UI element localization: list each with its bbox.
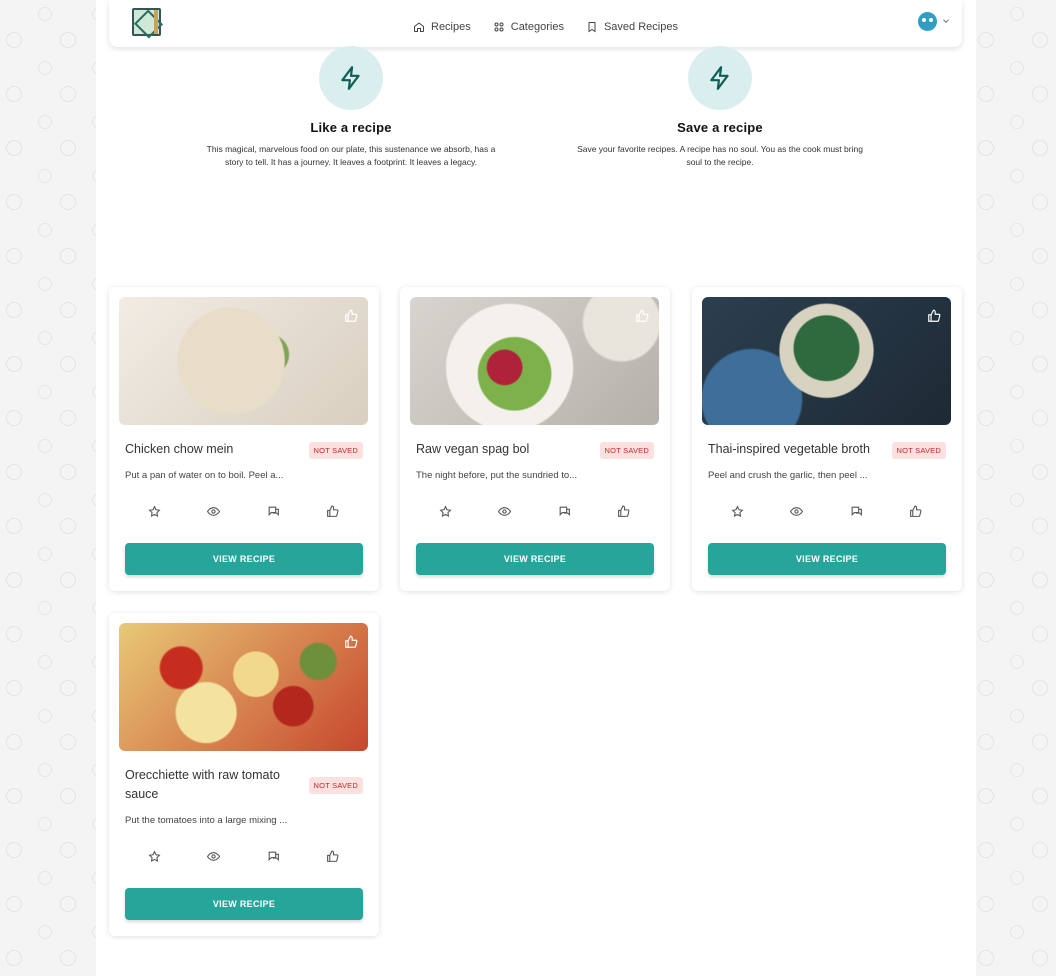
recipe-description: Peel and crush the garlic, then peel ...: [708, 470, 868, 481]
star-icon[interactable]: [148, 850, 162, 864]
recipe-description: Put the tomatoes into a large mixing ...: [125, 815, 288, 826]
navbar: Recipes Categories Saved Recipes: [109, 0, 962, 47]
feature-icon-circle: [688, 46, 752, 110]
thumbs-up-icon[interactable]: [326, 850, 340, 864]
recipe-card: Thai-inspired vegetable broth NOT SAVED …: [692, 287, 962, 591]
chevron-down-icon[interactable]: [941, 16, 951, 26]
status-badge: NOT SAVED: [308, 442, 363, 459]
recipe-card: Raw vegan spag bol NOT SAVED The night b…: [400, 287, 670, 591]
avatar[interactable]: [918, 12, 937, 31]
recipe-image[interactable]: [119, 623, 368, 751]
lightning-icon: [710, 66, 729, 90]
nav-link-label: Recipes: [431, 21, 471, 33]
nav-link-label: Saved Recipes: [603, 21, 678, 33]
recipe-title: Chicken chow mein: [125, 442, 234, 456]
recipe-image[interactable]: [410, 297, 659, 425]
nav-link-saved-recipes[interactable]: Saved Recipes: [586, 21, 678, 33]
grid-icon: [494, 22, 504, 32]
recipe-image[interactable]: [119, 297, 368, 425]
eye-icon[interactable]: [207, 505, 221, 519]
feature-save-recipe: Save a recipe Save your favorite recipes…: [570, 46, 870, 169]
nav-link-label: Categories: [510, 21, 564, 33]
thumbs-up-icon[interactable]: [927, 309, 941, 323]
status-badge: NOT SAVED: [308, 777, 363, 794]
feature-title: Like a recipe: [310, 120, 392, 135]
comment-icon[interactable]: [267, 505, 281, 519]
view-recipe-button[interactable]: VIEW RECIPE: [125, 543, 363, 575]
nav-link-recipes[interactable]: Recipes: [413, 21, 471, 33]
star-icon[interactable]: [731, 505, 745, 519]
star-icon[interactable]: [439, 505, 453, 519]
status-badge: NOT SAVED: [599, 442, 654, 459]
page: Recipes Categories Saved Recipes Like a …: [96, 0, 976, 976]
feature-text: Save your favorite recipes. A recipe has…: [577, 144, 863, 167]
comment-icon[interactable]: [850, 505, 864, 519]
nav-links: Recipes Categories Saved Recipes: [413, 21, 678, 33]
status-badge: NOT SAVED: [891, 442, 946, 459]
recipe-title: Orecchiette with raw tomato sauce: [125, 768, 280, 801]
comment-icon[interactable]: [267, 850, 281, 864]
card-actions: [125, 505, 363, 519]
thumbs-up-icon[interactable]: [635, 309, 649, 323]
recipe-description: The night before, put the sundried to...: [416, 470, 578, 481]
thumbs-up-icon[interactable]: [326, 505, 340, 519]
lightning-icon: [341, 66, 360, 90]
recipe-card: Chicken chow mein NOT SAVED Put a pan of…: [109, 287, 379, 591]
feature-icon-circle: [319, 46, 383, 110]
feature-like-recipe: Like a recipe This magical, marvelous fo…: [201, 46, 501, 169]
comment-icon[interactable]: [558, 505, 572, 519]
recipe-description: Put a pan of water on to boil. Peel a...: [125, 470, 284, 481]
feature-title: Save a recipe: [677, 120, 763, 135]
recipe-card: Orecchiette with raw tomato sauce NOT SA…: [109, 613, 379, 936]
thumbs-up-icon[interactable]: [344, 309, 358, 323]
card-actions: [416, 505, 654, 519]
thumbs-up-icon[interactable]: [909, 505, 923, 519]
home-icon: [414, 22, 424, 32]
card-actions: [125, 850, 363, 864]
nav-link-categories[interactable]: Categories: [493, 21, 564, 33]
bookmark-icon: [588, 22, 596, 33]
view-recipe-button[interactable]: VIEW RECIPE: [125, 888, 363, 920]
eye-icon[interactable]: [498, 505, 512, 519]
thumbs-up-icon[interactable]: [344, 635, 358, 649]
recipe-title: Thai-inspired vegetable broth: [708, 442, 870, 456]
eye-icon[interactable]: [790, 505, 804, 519]
card-actions: [708, 505, 946, 519]
recipe-title: Raw vegan spag bol: [416, 442, 530, 456]
eye-icon[interactable]: [207, 850, 221, 864]
recipe-image[interactable]: [702, 297, 951, 425]
view-recipe-button[interactable]: VIEW RECIPE: [708, 543, 946, 575]
view-recipe-button[interactable]: VIEW RECIPE: [416, 543, 654, 575]
feature-text: This magical, marvelous food on our plat…: [206, 144, 496, 167]
star-icon[interactable]: [148, 505, 162, 519]
app-logo[interactable]: [132, 8, 161, 36]
thumbs-up-icon[interactable]: [617, 505, 631, 519]
